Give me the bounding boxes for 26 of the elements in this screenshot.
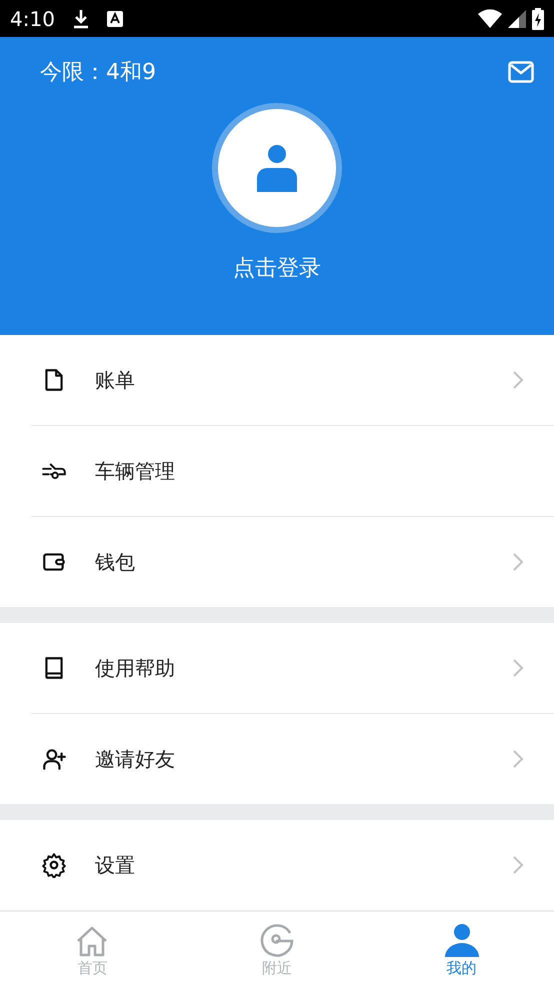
tab[interactable]: 我的 xyxy=(369,912,554,984)
plate-restriction: 今限：4和9 xyxy=(40,59,156,87)
menu-label: 账单 xyxy=(95,366,135,394)
menu-item[interactable]: 邀请好友 xyxy=(31,714,554,804)
keyboard-icon xyxy=(106,10,123,26)
menu-item[interactable]: 账单 xyxy=(31,335,554,426)
download-icon xyxy=(72,8,89,28)
menu-item[interactable]: 使用帮助 xyxy=(31,623,554,714)
menu-item[interactable]: 车辆管理 xyxy=(31,426,554,517)
login-link[interactable]: 点击登录 xyxy=(233,253,321,283)
signal-icon xyxy=(508,10,526,28)
menu-item[interactable]: 钱包 xyxy=(31,517,554,607)
compass-icon xyxy=(259,921,295,957)
menu-label: 车辆管理 xyxy=(95,458,175,484)
menu-label: 设置 xyxy=(95,852,135,878)
mail-icon[interactable] xyxy=(508,61,534,83)
gear-icon xyxy=(41,852,67,878)
menu-label: 钱包 xyxy=(95,548,135,576)
home-icon xyxy=(75,925,110,957)
wifi-icon xyxy=(478,9,502,28)
battery-icon xyxy=(532,8,544,30)
menu-label: 邀请好友 xyxy=(95,746,175,772)
menu-label: 使用帮助 xyxy=(95,654,175,682)
clock: 4:10 xyxy=(10,6,55,30)
person-icon xyxy=(444,923,480,957)
person-icon xyxy=(257,144,297,192)
